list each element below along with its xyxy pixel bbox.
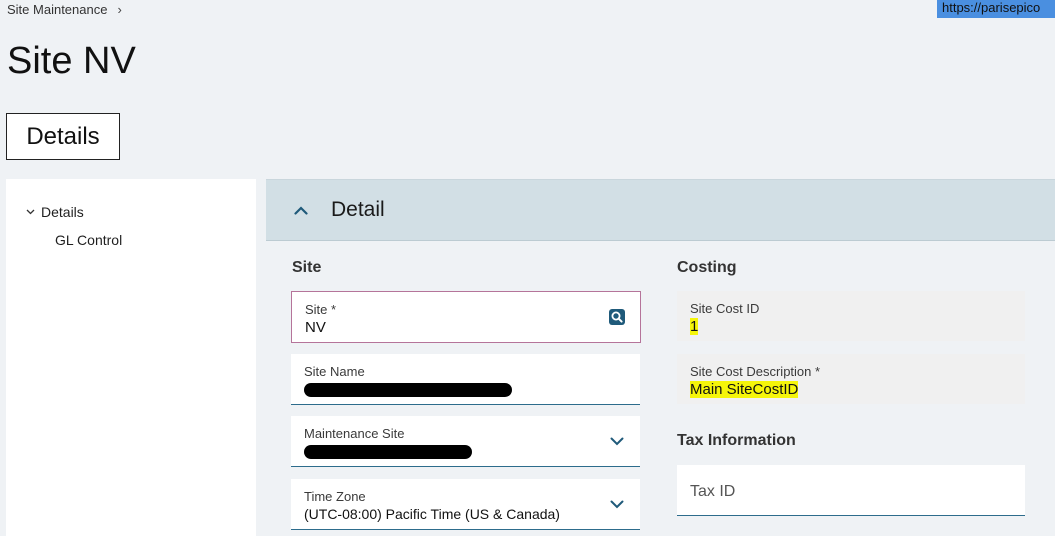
chevron-down-icon[interactable] [608, 495, 626, 513]
breadcrumb-separator: › [117, 2, 122, 17]
site-field[interactable]: Site * NV [291, 291, 641, 343]
chevron-down-icon[interactable] [608, 432, 626, 450]
site-name-redacted [304, 381, 512, 398]
details-tab-button[interactable]: Details [6, 113, 120, 160]
nav-item-details-label: Details [41, 204, 84, 220]
time-zone-field-value: (UTC-08:00) Pacific Time (US & Canada) [304, 506, 560, 522]
site-cost-description-label: Site Cost Description * [690, 364, 821, 379]
site-cost-id-value-text: 1 [690, 318, 699, 335]
site-cost-id-field: Site Cost ID 1 [677, 291, 1025, 341]
maintenance-site-redacted [304, 443, 472, 460]
nav-caret-down-icon [26, 207, 35, 218]
site-cost-description-field: Site Cost Description * Main SiteCostID [677, 354, 1025, 404]
site-cost-id-label: Site Cost ID [690, 301, 760, 316]
nav-item-details[interactable]: Details [26, 204, 84, 220]
tax-id-label: Tax ID [690, 483, 736, 500]
section-title: Detail [331, 198, 385, 221]
nav-item-gl-control[interactable]: GL Control [55, 232, 122, 248]
time-zone-field-label: Time Zone [304, 489, 366, 504]
time-zone-field[interactable]: Time Zone (UTC-08:00) Pacific Time (US &… [291, 479, 640, 530]
site-cost-id-value: 1 [690, 318, 699, 335]
tax-group-label: Tax Information [677, 432, 796, 449]
page-title: Site NV [7, 40, 136, 82]
section-header-detail[interactable]: Detail [266, 180, 1055, 241]
main-panel: Detail Site Site * NV Site Name Maintena… [266, 179, 1055, 536]
maintenance-site-field-label: Maintenance Site [304, 426, 405, 441]
url-tag: https://parisepico [937, 0, 1055, 18]
costing-group-label: Costing [677, 259, 737, 276]
breadcrumb-site-maintenance[interactable]: Site Maintenance [7, 2, 107, 17]
tax-id-field[interactable]: Tax ID [677, 465, 1025, 516]
site-group-label: Site [292, 259, 322, 276]
site-name-field[interactable]: Site Name [291, 354, 640, 405]
site-field-value[interactable]: NV [305, 319, 326, 336]
site-cost-description-value: Main SiteCostID [690, 381, 799, 398]
site-field-label: Site * [305, 302, 337, 317]
maintenance-site-field[interactable]: Maintenance Site [291, 416, 640, 467]
search-icon[interactable] [608, 308, 626, 326]
chevron-up-icon[interactable] [294, 203, 308, 217]
left-nav: Details GL Control [6, 179, 256, 536]
site-name-field-label: Site Name [304, 364, 365, 379]
site-cost-description-value-text: Main SiteCostID [690, 381, 799, 398]
nav-item-gl-control-label: GL Control [55, 232, 123, 248]
breadcrumb: Site Maintenance › [7, 2, 122, 17]
